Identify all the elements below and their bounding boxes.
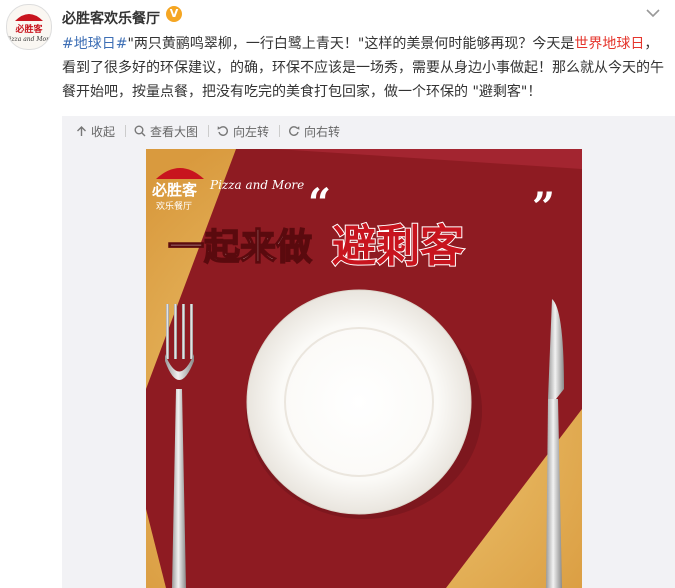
author-name[interactable]: 必胜客欢乐餐厅 [62,8,160,28]
avatar[interactable]: 必胜客 Pizza and More [6,4,52,50]
collapse-label: 收起 [91,124,116,139]
toolbar-divider [279,125,281,137]
pizza-hut-logo: 必胜客 Pizza and More [7,14,51,43]
hashtag-link[interactable]: #地球日# [62,36,127,52]
svg-text:“: “ [308,180,331,227]
headline-prefix: 一起来做 [168,227,312,268]
up-arrow-icon [77,125,86,136]
rotate-left-icon [217,126,228,136]
avatar-script-text: Pizza and More [7,36,51,43]
script-text: Pizza and More [209,178,304,192]
post-text: #地球日#"两只黄鹂鸣翠柳，一行白鹭上青天！"这样的美景何时能够再现？今天是世界… [62,32,666,104]
rotate-left-button[interactable]: 向左转 [217,123,269,140]
toolbar-divider [208,125,210,137]
rotate-right-button[interactable]: 向右转 [288,123,340,140]
highlight-link[interactable]: 世界地球日 [574,36,644,52]
image-toolbar: 收起 查看大图 向左转 向右转 [76,122,350,140]
plate [246,289,472,515]
headline-main: 避剩客 [332,221,464,272]
promo-image[interactable]: 必胜客 欢乐餐厅 Pizza and More 一起来做 “ 避剩客 ” [146,149,582,588]
chevron-down-icon[interactable] [645,6,661,20]
avatar-logo-text: 必胜客 [14,23,43,35]
logo-subtext: 欢乐餐厅 [156,200,192,212]
post-text-part: "两只黄鹂鸣翠柳，一行白鹭上青天！"这样的美景何时能够再现？今天是 [127,36,575,52]
view-large-label: 查看大图 [150,124,199,139]
svg-text:”: ” [532,184,555,231]
rotate-right-icon [289,126,300,136]
toolbar-divider [125,125,127,137]
media-box: 收起 查看大图 向左转 向右转 必胜客 欢乐餐厅 Pizza and More … [62,116,675,588]
magnifier-icon [134,125,146,137]
rotate-left-label: 向左转 [233,124,270,139]
verified-badge: V [166,6,182,22]
logo-text: 必胜客 [151,181,198,199]
rotate-right-label: 向右转 [304,124,341,139]
view-large-button[interactable]: 查看大图 [134,123,198,140]
collapse-button[interactable]: 收起 [76,123,115,140]
